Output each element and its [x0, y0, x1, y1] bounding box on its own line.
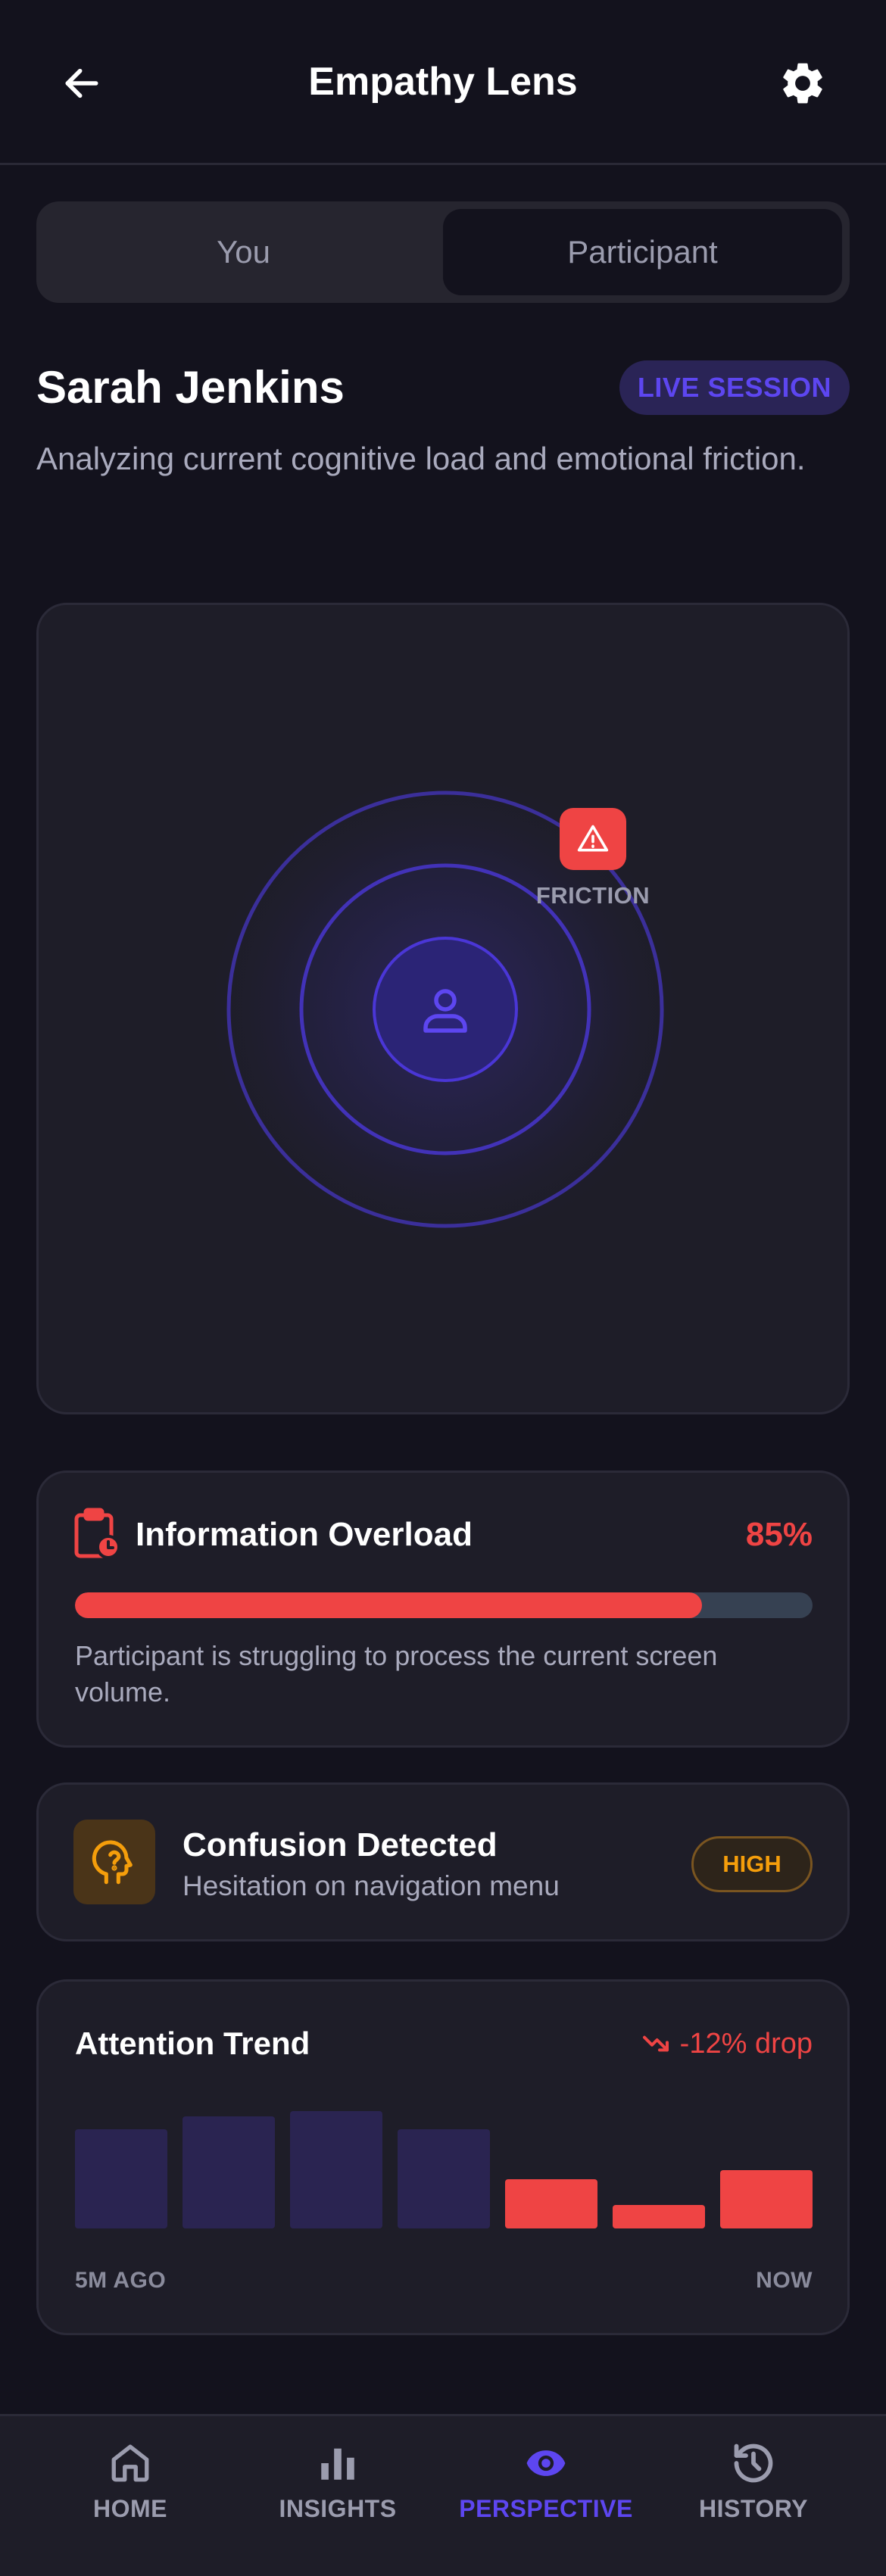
- eye-icon: [526, 2450, 566, 2476]
- information-overload-card: Information Overload 85% Participant is …: [36, 1470, 850, 1748]
- friction-marker[interactable]: [560, 808, 626, 870]
- overload-percent: 85%: [745, 1516, 813, 1553]
- segment-you[interactable]: You: [44, 209, 443, 295]
- friction-label: FRICTION: [535, 882, 650, 909]
- trending-down-icon: [642, 2035, 669, 2052]
- attention-bar: [75, 2129, 167, 2228]
- overload-description: Participant is struggling to process the…: [75, 1640, 718, 1707]
- attention-title: Attention Trend: [75, 2026, 310, 2061]
- nav-item-home[interactable]: HOME: [70, 2416, 191, 2576]
- home-icon: [111, 2444, 149, 2482]
- head-question-icon: [92, 1840, 133, 1885]
- nav-label-home: HOME: [93, 2495, 167, 2522]
- nav-label-perspective: PERSPECTIVE: [459, 2495, 633, 2522]
- attention-bar: [398, 2129, 490, 2228]
- bottom-navigation: HOME INSIGHTS PERSPECTIVE HISTORY: [0, 2414, 886, 2576]
- empathy-radar: [195, 759, 695, 1259]
- severity-badge: HIGH: [691, 1836, 813, 1892]
- segment-participant[interactable]: Participant: [443, 209, 842, 295]
- clipboard-clock-icon: [73, 1508, 120, 1561]
- attention-bar: [290, 2111, 382, 2228]
- attention-bar: [613, 2205, 705, 2228]
- confusion-icon-box: [73, 1820, 155, 1904]
- nav-item-history[interactable]: HISTORY: [689, 2416, 818, 2576]
- trend-end-label: NOW: [756, 2268, 813, 2293]
- overload-progress-fill: [75, 1592, 702, 1618]
- nav-item-insights[interactable]: INSIGHTS: [262, 2416, 413, 2576]
- page-title: Empathy Lens: [308, 60, 578, 104]
- overload-title: Information Overload: [136, 1516, 473, 1553]
- attention-trend-indicator: -12% drop: [641, 2021, 813, 2066]
- history-icon: [734, 2443, 773, 2483]
- live-session-badge: LIVE SESSION: [619, 360, 850, 415]
- gear-icon: [783, 63, 822, 104]
- nav-label-history: HISTORY: [699, 2495, 808, 2522]
- emotion-visualization-card: FRICTION: [36, 603, 850, 1414]
- attention-bar: [720, 2170, 813, 2228]
- settings-button[interactable]: [772, 53, 833, 114]
- attention-bar-chart: [75, 2098, 813, 2228]
- attention-bar: [505, 2179, 597, 2228]
- confusion-title: Confusion Detected: [183, 1826, 498, 1863]
- attention-trend-card: Attention Trend -12% drop 5M AGO NOW: [36, 1979, 850, 2335]
- confusion-card[interactable]: Confusion Detected Hesitation on navigat…: [36, 1782, 850, 1941]
- app-header: Empathy Lens: [0, 0, 886, 165]
- participant-description: Analyzing current cognitive load and emo…: [36, 441, 806, 476]
- nav-item-perspective[interactable]: PERSPECTIVE: [459, 2416, 633, 2576]
- bar-chart-icon: [321, 2448, 354, 2480]
- perspective-toggle: You Participant: [36, 201, 850, 303]
- warning-triangle-icon: [577, 825, 609, 852]
- confusion-subtitle: Hesitation on navigation menu: [183, 1870, 560, 1901]
- participant-name: Sarah Jenkins: [36, 362, 345, 413]
- overload-progress-track: [75, 1592, 813, 1618]
- nav-label-insights: INSIGHTS: [279, 2495, 397, 2522]
- attention-trend-label: -12% drop: [679, 2028, 813, 2060]
- attention-bar: [183, 2116, 275, 2228]
- trend-start-label: 5M AGO: [75, 2268, 167, 2293]
